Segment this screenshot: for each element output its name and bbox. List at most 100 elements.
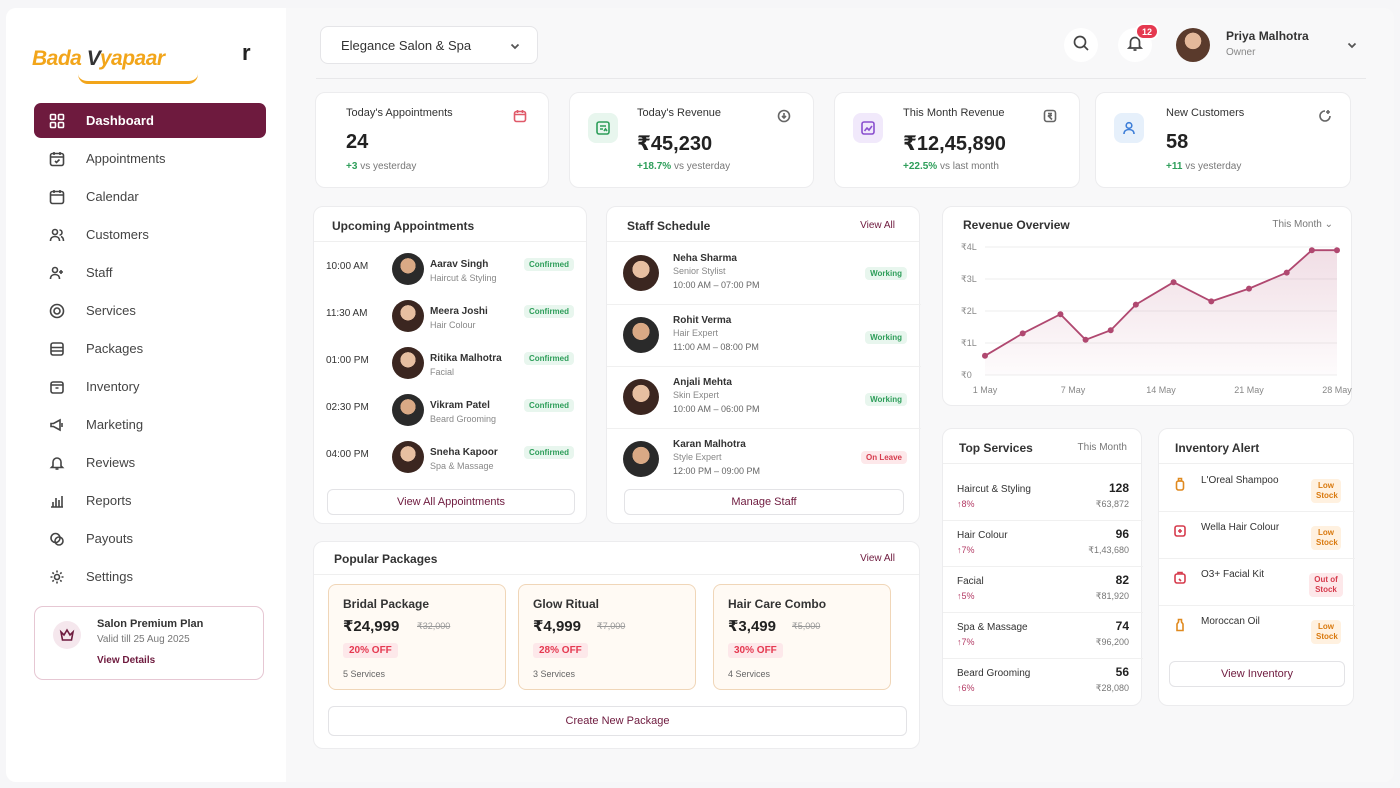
sidebar-item-payouts[interactable]: Payouts	[34, 521, 266, 556]
package-old-price: ₹5,000	[792, 621, 821, 631]
staff-role: Senior Stylist	[673, 266, 726, 276]
service-revenue: ₹96,200	[1095, 637, 1129, 647]
user-avatar[interactable]	[1176, 28, 1210, 62]
service-row[interactable]: Spa & Massage ↑7% 74 ₹96,200	[943, 613, 1143, 659]
stock-status-badge: Out of Stock	[1309, 573, 1343, 597]
calendar-icon	[48, 188, 66, 206]
stat-delta: +18.7% vs yesterday	[637, 161, 731, 172]
sidebar-item-marketing[interactable]: Marketing	[34, 407, 266, 442]
avatar	[623, 441, 659, 477]
appointment-row[interactable]: 10:00 AM Aarav Singh Haircut & Styling C…	[314, 249, 586, 296]
sidebar-item-label: Settings	[86, 569, 133, 584]
salon-selector[interactable]: Elegance Salon & Spa	[320, 26, 538, 64]
brand-logo[interactable]: Bada Vyapaar	[32, 26, 232, 92]
service-row[interactable]: Facial ↑5% 82 ₹81,920	[943, 567, 1143, 613]
appointment-row[interactable]: 01:00 PM Ritika Malhotra Facial Confirme…	[314, 343, 586, 390]
revenue-point	[1334, 247, 1340, 254]
appointment-row[interactable]: 02:30 PM Vikram Patel Beard Grooming Con…	[314, 390, 586, 437]
staff-shift: 10:00 AM – 06:00 PM	[673, 404, 760, 414]
staff-shift: 12:00 PM – 09:00 PM	[673, 466, 761, 476]
bottle-icon	[1173, 477, 1189, 493]
inventory-row[interactable]: O3+ Facial Kit Out of Stock	[1159, 559, 1355, 606]
staff-shift: 11:00 AM – 08:00 PM	[673, 342, 759, 352]
header-divider	[316, 78, 1366, 79]
package-card[interactable]: Glow Ritual ₹4,999 ₹7,000 28% OFF 3 Serv…	[518, 584, 696, 690]
service-row[interactable]: Beard Grooming ↑6% 56 ₹28,080	[943, 659, 1143, 705]
notifications-button[interactable]: 12	[1118, 23, 1160, 62]
search-button[interactable]	[1064, 28, 1098, 62]
service-name: Spa & Massage	[957, 622, 1028, 633]
status-badge: Confirmed	[524, 446, 574, 459]
packages-view-all-link[interactable]: View All	[860, 553, 895, 564]
inventory-row[interactable]: Wella Hair Colour Low Stock	[1159, 512, 1355, 559]
status-badge: Confirmed	[524, 305, 574, 318]
sidebar-item-dashboard[interactable]: Dashboard	[34, 103, 266, 138]
service-name: Haircut & Styling	[957, 484, 1031, 495]
avatar	[392, 394, 424, 426]
staff-row[interactable]: Anjali Mehta Skin Expert 10:00 AM – 06:0…	[607, 367, 921, 429]
staff-row[interactable]: Neha Sharma Senior Stylist 10:00 AM – 07…	[607, 243, 921, 305]
x-tick-label: 14 May	[1146, 385, 1176, 395]
sidebar-item-customers[interactable]: Customers	[34, 217, 266, 252]
package-card[interactable]: Bridal Package ₹24,999 ₹32,000 20% OFF 5…	[328, 584, 506, 690]
sidebar-item-settings[interactable]: Settings	[34, 559, 266, 594]
staff-name: Anjali Mehta	[673, 377, 732, 388]
plan-validity: Valid till 25 Aug 2025	[97, 634, 190, 645]
logo-tail: r	[242, 40, 251, 65]
appointment-time: 10:00 AM	[326, 261, 369, 272]
stat-title: Today's Revenue	[637, 107, 722, 119]
appointment-row[interactable]: 11:30 AM Meera Joshi Hair Colour Confirm…	[314, 296, 586, 343]
staff-view-all-link[interactable]: View All	[860, 220, 895, 231]
sidebar-item-calendar[interactable]: Calendar	[34, 179, 266, 214]
view-all-appointments-button[interactable]: View All Appointments	[327, 489, 575, 515]
avatar	[392, 441, 424, 473]
staff-role: Skin Expert	[673, 390, 720, 400]
avatar	[623, 255, 659, 291]
inventory-row[interactable]: Moroccan Oil Low Stock	[1159, 606, 1355, 653]
service-row[interactable]: Haircut & Styling ↑8% 128 ₹63,872	[943, 475, 1143, 521]
service-name: Beard Grooming	[957, 668, 1031, 679]
search-icon	[1072, 34, 1090, 57]
stat-card-appointments[interactable]: Today's Appointments 24 +3 vs yesterday	[315, 92, 549, 188]
sidebar-item-appointments[interactable]: Appointments	[34, 141, 266, 176]
services-period-label: This Month	[1077, 442, 1127, 453]
view-details-link[interactable]: View Details	[97, 655, 155, 666]
oil-bottle-icon	[1173, 618, 1189, 634]
staff-role: Hair Expert	[673, 328, 719, 338]
sidebar-item-reviews[interactable]: Reviews	[34, 445, 266, 480]
coins-icon	[48, 530, 66, 548]
service-row[interactable]: Hair Colour ↑7% 96 ₹1,43,680	[943, 521, 1143, 567]
users-icon	[48, 226, 66, 244]
manage-staff-button[interactable]: Manage Staff	[624, 489, 904, 515]
service-name: Facial	[957, 576, 984, 587]
sidebar-item-staff[interactable]: Staff	[34, 255, 266, 290]
sidebar-item-services[interactable]: Services	[34, 293, 266, 328]
staff-row[interactable]: Karan Malhotra Style Expert 12:00 PM – 0…	[607, 429, 921, 491]
revenue-point	[1107, 327, 1114, 334]
stat-card-today-revenue[interactable]: Today's Revenue ₹45,230 +18.7% vs yester…	[569, 92, 814, 188]
service-count: 96	[1115, 527, 1129, 541]
stat-card-month-revenue[interactable]: This Month Revenue ₹12,45,890 +22.5% vs …	[834, 92, 1080, 188]
sidebar-item-reports[interactable]: Reports	[34, 483, 266, 518]
sidebar-item-inventory[interactable]: Inventory	[34, 369, 266, 404]
divider	[607, 241, 919, 242]
revenue-overview-card: Revenue Overview This Month ⌄ ₹0 ₹1L ₹2L ₹3…	[942, 206, 1352, 406]
stat-delta: +22.5% vs last month	[903, 161, 999, 172]
crown-icon	[53, 621, 81, 649]
sidebar-item-packages[interactable]: Packages	[34, 331, 266, 366]
stat-delta: +3 vs yesterday	[346, 161, 417, 172]
appointment-time: 11:30 AM	[326, 308, 368, 319]
chevron-down-icon[interactable]	[1346, 38, 1358, 56]
upcoming-appointments-card: Upcoming Appointments 10:00 AM Aarav Sin…	[313, 206, 587, 524]
view-inventory-button[interactable]: View Inventory	[1169, 661, 1345, 687]
customer-name: Sneha Kapoor	[430, 447, 498, 458]
inventory-row[interactable]: L'Oreal Shampoo Low Stock	[1159, 465, 1355, 512]
appointment-row[interactable]: 04:00 PM Sneha Kapoor Spa & Massage Conf…	[314, 437, 586, 484]
create-new-package-button[interactable]: Create New Package	[328, 706, 907, 736]
package-card[interactable]: Hair Care Combo ₹3,499 ₹5,000 30% OFF 4 …	[713, 584, 891, 690]
status-badge: On Leave	[860, 451, 907, 464]
grid-icon	[48, 112, 66, 130]
staff-row[interactable]: Rohit Verma Hair Expert 11:00 AM – 08:00…	[607, 305, 921, 367]
stat-card-new-customers[interactable]: New Customers 58 +11 vs yesterday	[1095, 92, 1351, 188]
box-icon	[48, 378, 66, 396]
